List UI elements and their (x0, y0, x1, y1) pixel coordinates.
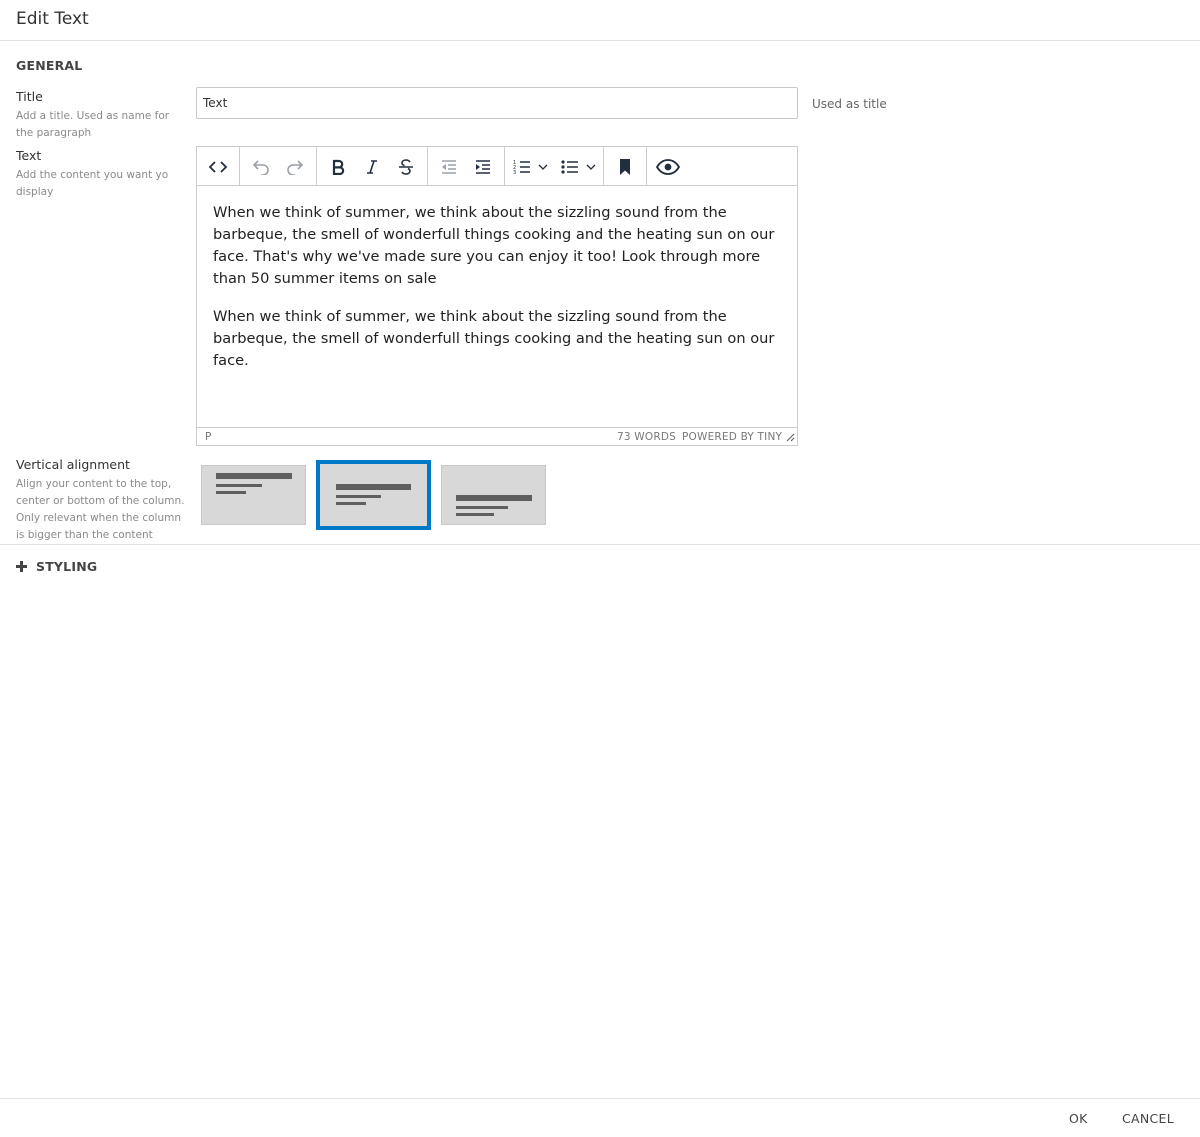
source-code-button[interactable] (201, 151, 235, 183)
vertical-alignment-help: Align your content to the top, center or… (16, 478, 185, 541)
align-top-option[interactable] (201, 465, 306, 525)
redo-icon (287, 159, 304, 175)
chevron-down-icon (586, 164, 596, 170)
eye-icon (656, 158, 680, 175)
align-bottom-bar (456, 495, 532, 501)
text-field-label: Text (16, 148, 42, 163)
toolbar-group-format (317, 147, 428, 186)
toolbar-group-history (240, 147, 317, 186)
footer-divider (0, 1098, 1200, 1099)
code-icon (208, 160, 228, 173)
align-center-bar (336, 502, 366, 505)
italic-button[interactable] (355, 151, 389, 183)
toolbar-group-source (197, 147, 240, 186)
align-bottom-option[interactable] (441, 465, 546, 525)
editor-content[interactable]: When we think of summer, we think about … (213, 202, 783, 388)
outdent-button[interactable] (432, 151, 466, 183)
dialog-header: Edit Text (0, 0, 1200, 41)
align-top-bar (216, 491, 246, 494)
bookmark-icon (620, 158, 630, 175)
preview-button[interactable] (651, 151, 685, 183)
undo-icon (252, 159, 269, 175)
toolbar-group-lists: 123 (505, 147, 604, 186)
toolbar-group-anchor (604, 147, 647, 186)
powered-by-link[interactable]: POWERED BY TINY (682, 431, 782, 443)
align-center-option[interactable] (316, 460, 431, 530)
align-bottom-bar (456, 506, 508, 509)
styling-section-toggle[interactable]: STYLING (16, 559, 97, 574)
title-field-help: Add a title. Used as name for the paragr… (16, 110, 170, 139)
editor-toolbar: 123 (197, 147, 797, 186)
element-path[interactable]: P (205, 431, 211, 443)
vertical-alignment-label: Vertical alignment (16, 457, 130, 472)
indent-button[interactable] (466, 151, 500, 183)
resize-handle-icon[interactable] (785, 432, 795, 442)
section-title-general: GENERAL (16, 58, 83, 73)
styling-section-title: STYLING (36, 559, 98, 574)
dialog-title: Edit Text (16, 9, 89, 29)
anchor-button[interactable] (608, 151, 642, 183)
rich-text-editor: 123 When we think of summer, we think ab… (196, 146, 798, 446)
unordered-list-icon (561, 159, 578, 174)
title-hint: Used as title (812, 97, 887, 111)
align-top-bar (216, 484, 262, 487)
toolbar-group-preview (647, 147, 689, 186)
title-field-label: Title (16, 89, 43, 104)
outdent-icon (442, 159, 456, 174)
align-bottom-bar (456, 513, 494, 516)
editor-paragraph: When we think of summer, we think about … (213, 204, 775, 287)
italic-icon (367, 159, 377, 174)
toolbar-group-indent (428, 147, 505, 186)
bullet-list-dropdown[interactable] (583, 151, 599, 183)
svg-text:3: 3 (513, 170, 516, 175)
numbered-list-button[interactable]: 123 (509, 151, 535, 183)
strikethrough-icon (399, 158, 413, 175)
align-center-bar (336, 495, 381, 498)
chevron-down-icon (538, 164, 548, 170)
strikethrough-button[interactable] (389, 151, 423, 183)
ordered-list-icon: 123 (513, 160, 530, 175)
undo-button[interactable] (244, 151, 278, 183)
section-divider (0, 544, 1200, 545)
redo-button[interactable] (278, 151, 312, 183)
plus-icon (16, 561, 27, 572)
ok-button[interactable]: OK (1069, 1111, 1088, 1126)
align-center-bar (336, 484, 411, 490)
numbered-list-dropdown[interactable] (535, 151, 551, 183)
text-field-help: Add the content you want yo display (16, 169, 169, 198)
bold-icon (332, 159, 345, 175)
bullet-list-button[interactable] (557, 151, 583, 183)
bold-button[interactable] (321, 151, 355, 183)
title-input[interactable] (196, 87, 798, 119)
editor-paragraph: When we think of summer, we think about … (213, 308, 775, 369)
word-count[interactable]: 73 WORDS (617, 431, 676, 443)
cancel-button[interactable]: CANCEL (1122, 1111, 1174, 1126)
align-top-bar (216, 473, 292, 479)
editor-statusbar: P 73 WORDS POWERED BY TINY (197, 427, 797, 445)
indent-icon (476, 159, 490, 174)
